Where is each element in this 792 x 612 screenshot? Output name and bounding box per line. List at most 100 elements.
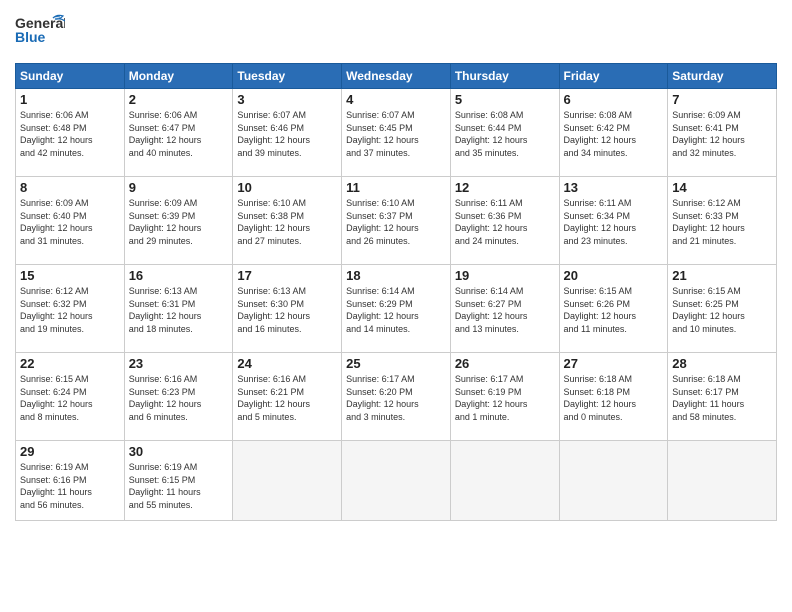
day-info: Sunrise: 6:07 AMSunset: 6:46 PMDaylight:…: [237, 109, 337, 159]
weekday-header-saturday: Saturday: [668, 64, 777, 89]
calendar-cell: [668, 441, 777, 521]
week-row-1: 1 Sunrise: 6:06 AMSunset: 6:48 PMDaylight…: [16, 89, 777, 177]
week-row-5: 29 Sunrise: 6:19 AMSunset: 6:16 PMDayligh…: [16, 441, 777, 521]
day-number: 27: [564, 356, 664, 371]
calendar-cell: [233, 441, 342, 521]
week-row-4: 22 Sunrise: 6:15 AMSunset: 6:24 PMDayligh…: [16, 353, 777, 441]
logo-icon: General Blue: [15, 10, 65, 55]
calendar-cell: 28 Sunrise: 6:18 AMSunset: 6:17 PMDayligh…: [668, 353, 777, 441]
day-number: 24: [237, 356, 337, 371]
day-info: Sunrise: 6:11 AMSunset: 6:34 PMDaylight:…: [564, 197, 664, 247]
weekday-header-row: SundayMondayTuesdayWednesdayThursdayFrid…: [16, 64, 777, 89]
day-info: Sunrise: 6:13 AMSunset: 6:30 PMDaylight:…: [237, 285, 337, 335]
day-number: 3: [237, 92, 337, 107]
weekday-header-sunday: Sunday: [16, 64, 125, 89]
calendar-cell: 14 Sunrise: 6:12 AMSunset: 6:33 PMDayligh…: [668, 177, 777, 265]
calendar-table: SundayMondayTuesdayWednesdayThursdayFrid…: [15, 63, 777, 521]
calendar-cell: [342, 441, 451, 521]
day-info: Sunrise: 6:19 AMSunset: 6:16 PMDaylight:…: [20, 461, 120, 511]
calendar-cell: 25 Sunrise: 6:17 AMSunset: 6:20 PMDayligh…: [342, 353, 451, 441]
day-number: 25: [346, 356, 446, 371]
calendar-cell: 1 Sunrise: 6:06 AMSunset: 6:48 PMDaylight…: [16, 89, 125, 177]
day-number: 22: [20, 356, 120, 371]
day-info: Sunrise: 6:10 AMSunset: 6:38 PMDaylight:…: [237, 197, 337, 247]
day-number: 18: [346, 268, 446, 283]
day-number: 16: [129, 268, 229, 283]
day-number: 14: [672, 180, 772, 195]
day-info: Sunrise: 6:09 AMSunset: 6:39 PMDaylight:…: [129, 197, 229, 247]
day-number: 7: [672, 92, 772, 107]
day-number: 17: [237, 268, 337, 283]
day-number: 8: [20, 180, 120, 195]
calendar-cell: 11Sunrise: 6:10 AMSunset: 6:37 PMDayligh…: [342, 177, 451, 265]
calendar-cell: 17 Sunrise: 6:13 AMSunset: 6:30 PMDayligh…: [233, 265, 342, 353]
day-number: 13: [564, 180, 664, 195]
day-info: Sunrise: 6:09 AMSunset: 6:40 PMDaylight:…: [20, 197, 120, 247]
calendar-cell: [450, 441, 559, 521]
calendar-cell: 10 Sunrise: 6:10 AMSunset: 6:38 PMDayligh…: [233, 177, 342, 265]
calendar-cell: 8 Sunrise: 6:09 AMSunset: 6:40 PMDaylight…: [16, 177, 125, 265]
day-number: 29: [20, 444, 120, 459]
day-info: Sunrise: 6:08 AMSunset: 6:42 PMDaylight:…: [564, 109, 664, 159]
day-info: Sunrise: 6:17 AMSunset: 6:20 PMDaylight:…: [346, 373, 446, 423]
day-number: 10: [237, 180, 337, 195]
calendar-cell: [559, 441, 668, 521]
week-row-2: 8 Sunrise: 6:09 AMSunset: 6:40 PMDaylight…: [16, 177, 777, 265]
calendar-cell: 2Sunrise: 6:06 AMSunset: 6:47 PMDaylight…: [124, 89, 233, 177]
day-info: Sunrise: 6:07 AMSunset: 6:45 PMDaylight:…: [346, 109, 446, 159]
day-info: Sunrise: 6:08 AMSunset: 6:44 PMDaylight:…: [455, 109, 555, 159]
day-info: Sunrise: 6:15 AMSunset: 6:26 PMDaylight:…: [564, 285, 664, 335]
calendar-cell: 26Sunrise: 6:17 AMSunset: 6:19 PMDayligh…: [450, 353, 559, 441]
weekday-header-friday: Friday: [559, 64, 668, 89]
calendar-cell: 20 Sunrise: 6:15 AMSunset: 6:26 PMDayligh…: [559, 265, 668, 353]
day-info: Sunrise: 6:12 AMSunset: 6:33 PMDaylight:…: [672, 197, 772, 247]
calendar-cell: 6 Sunrise: 6:08 AMSunset: 6:42 PMDaylight…: [559, 89, 668, 177]
page: General Blue SundayMondayTuesdayWednesda…: [0, 0, 792, 612]
day-info: Sunrise: 6:17 AMSunset: 6:19 PMDaylight:…: [455, 373, 555, 423]
day-info: Sunrise: 6:09 AMSunset: 6:41 PMDaylight:…: [672, 109, 772, 159]
weekday-header-wednesday: Wednesday: [342, 64, 451, 89]
day-number: 5: [455, 92, 555, 107]
weekday-header-monday: Monday: [124, 64, 233, 89]
calendar-cell: 30 Sunrise: 6:19 AMSunset: 6:15 PMDayligh…: [124, 441, 233, 521]
day-number: 9: [129, 180, 229, 195]
day-number: 15: [20, 268, 120, 283]
day-info: Sunrise: 6:06 AMSunset: 6:48 PMDaylight:…: [20, 109, 120, 159]
calendar-cell: 4 Sunrise: 6:07 AMSunset: 6:45 PMDaylight…: [342, 89, 451, 177]
calendar-cell: 19Sunrise: 6:14 AMSunset: 6:27 PMDayligh…: [450, 265, 559, 353]
day-number: 12: [455, 180, 555, 195]
calendar-cell: 16 Sunrise: 6:13 AMSunset: 6:31 PMDayligh…: [124, 265, 233, 353]
calendar-cell: 21Sunrise: 6:15 AMSunset: 6:25 PMDayligh…: [668, 265, 777, 353]
calendar-cell: 13 Sunrise: 6:11 AMSunset: 6:34 PMDayligh…: [559, 177, 668, 265]
day-info: Sunrise: 6:15 AMSunset: 6:25 PMDaylight:…: [672, 285, 772, 335]
calendar-cell: 15Sunrise: 6:12 AMSunset: 6:32 PMDayligh…: [16, 265, 125, 353]
day-number: 4: [346, 92, 446, 107]
calendar-cell: 22 Sunrise: 6:15 AMSunset: 6:24 PMDayligh…: [16, 353, 125, 441]
calendar-cell: 23 Sunrise: 6:16 AMSunset: 6:23 PMDayligh…: [124, 353, 233, 441]
day-number: 28: [672, 356, 772, 371]
day-number: 1: [20, 92, 120, 107]
day-number: 20: [564, 268, 664, 283]
day-info: Sunrise: 6:15 AMSunset: 6:24 PMDaylight:…: [20, 373, 120, 423]
day-info: Sunrise: 6:13 AMSunset: 6:31 PMDaylight:…: [129, 285, 229, 335]
day-info: Sunrise: 6:19 AMSunset: 6:15 PMDaylight:…: [129, 461, 229, 511]
day-info: Sunrise: 6:06 AMSunset: 6:47 PMDaylight:…: [129, 109, 229, 159]
day-number: 6: [564, 92, 664, 107]
day-info: Sunrise: 6:11 AMSunset: 6:36 PMDaylight:…: [455, 197, 555, 247]
day-info: Sunrise: 6:18 AMSunset: 6:17 PMDaylight:…: [672, 373, 772, 423]
day-info: Sunrise: 6:14 AMSunset: 6:29 PMDaylight:…: [346, 285, 446, 335]
calendar-cell: 3 Sunrise: 6:07 AMSunset: 6:46 PMDaylight…: [233, 89, 342, 177]
calendar-cell: 7 Sunrise: 6:09 AMSunset: 6:41 PMDaylight…: [668, 89, 777, 177]
svg-text:Blue: Blue: [15, 29, 46, 45]
calendar-cell: 12 Sunrise: 6:11 AMSunset: 6:36 PMDayligh…: [450, 177, 559, 265]
day-number: 30: [129, 444, 229, 459]
day-info: Sunrise: 6:16 AMSunset: 6:23 PMDaylight:…: [129, 373, 229, 423]
calendar-cell: 18 Sunrise: 6:14 AMSunset: 6:29 PMDayligh…: [342, 265, 451, 353]
calendar-cell: 9 Sunrise: 6:09 AMSunset: 6:39 PMDaylight…: [124, 177, 233, 265]
day-number: 23: [129, 356, 229, 371]
day-number: 11: [346, 180, 446, 195]
day-info: Sunrise: 6:18 AMSunset: 6:18 PMDaylight:…: [564, 373, 664, 423]
day-info: Sunrise: 6:14 AMSunset: 6:27 PMDaylight:…: [455, 285, 555, 335]
weekday-header-tuesday: Tuesday: [233, 64, 342, 89]
calendar-cell: 24Sunrise: 6:16 AMSunset: 6:21 PMDayligh…: [233, 353, 342, 441]
